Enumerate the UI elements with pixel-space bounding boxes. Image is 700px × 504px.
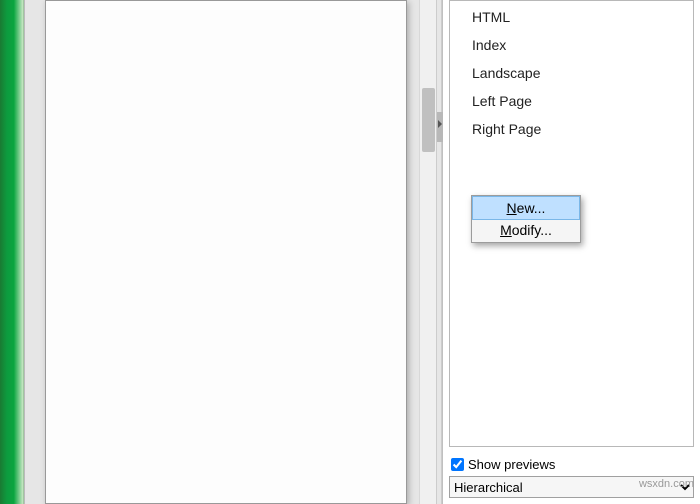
style-item-right-page[interactable]: Right Page (450, 115, 693, 143)
context-menu: New... Modify... (471, 195, 581, 243)
style-item-html[interactable]: HTML (450, 3, 693, 31)
show-previews-checkbox[interactable] (451, 458, 464, 471)
scrollbar-thumb[interactable] (422, 88, 435, 152)
context-menu-new[interactable]: New... (472, 196, 580, 220)
green-side-strip (0, 0, 24, 504)
watermark: wsxdn.com (639, 478, 694, 490)
show-previews-row[interactable]: Show previews (449, 455, 694, 476)
app-root: HTML Index Landscape Left Page Right Pag… (0, 0, 700, 504)
splitter[interactable] (436, 0, 442, 504)
styles-panel: HTML Index Landscape Left Page Right Pag… (442, 0, 700, 504)
vertical-scrollbar[interactable] (419, 0, 436, 504)
chevron-right-icon (438, 120, 442, 128)
show-previews-label: Show previews (468, 457, 555, 472)
style-item-left-page[interactable]: Left Page (450, 87, 693, 115)
style-item-index[interactable]: Index (450, 31, 693, 59)
document-area (24, 0, 436, 504)
context-menu-modify[interactable]: Modify... (473, 219, 579, 241)
document-page[interactable] (45, 0, 407, 504)
style-item-landscape[interactable]: Landscape (450, 59, 693, 87)
